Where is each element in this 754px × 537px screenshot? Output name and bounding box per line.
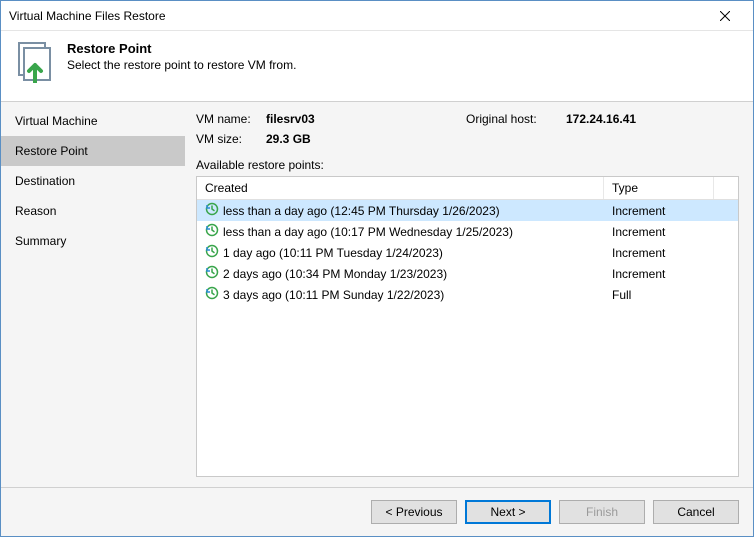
restore-point-type: Increment: [604, 266, 714, 282]
cancel-button[interactable]: Cancel: [653, 500, 739, 524]
column-header-created[interactable]: Created: [197, 177, 604, 199]
restore-point-row[interactable]: less than a day ago (10:17 PM Wednesday …: [197, 221, 738, 242]
restore-point-created: less than a day ago (12:45 PM Thursday 1…: [223, 204, 500, 218]
restore-point-row[interactable]: 2 days ago (10:34 PM Monday 1/23/2023) In…: [197, 263, 738, 284]
restore-point-row[interactable]: 1 day ago (10:11 PM Tuesday 1/24/2023) In…: [197, 242, 738, 263]
restore-point-icon: [205, 202, 219, 219]
available-restore-points-label: Available restore points:: [196, 158, 739, 172]
window-title: Virtual Machine Files Restore: [9, 9, 705, 23]
close-button[interactable]: [705, 2, 745, 30]
restore-point-created: 2 days ago (10:34 PM Monday 1/23/2023): [223, 267, 447, 281]
wizard-window: Virtual Machine Files Restore Restore Po…: [0, 0, 754, 537]
original-host-value: 172.24.16.41: [566, 112, 739, 126]
restore-point-type: Increment: [604, 203, 714, 219]
sidebar-step-destination[interactable]: Destination: [1, 166, 185, 196]
finish-button: Finish: [559, 500, 645, 524]
page-title: Restore Point: [67, 41, 296, 56]
original-host-label: Original host:: [466, 112, 566, 126]
wizard-steps-sidebar: Virtual MachineRestore PointDestinationR…: [1, 102, 186, 487]
vm-size-value: 29.3 GB: [266, 132, 466, 146]
sidebar-step-restore-point[interactable]: Restore Point: [1, 136, 185, 166]
titlebar: Virtual Machine Files Restore: [1, 1, 753, 31]
restore-point-row[interactable]: 3 days ago (10:11 PM Sunday 1/22/2023) Fu…: [197, 284, 738, 305]
close-icon: [720, 11, 730, 21]
vm-name-label: VM name:: [196, 112, 266, 126]
restore-point-icon: [205, 223, 219, 240]
next-button[interactable]: Next >: [465, 500, 551, 524]
sidebar-step-summary[interactable]: Summary: [1, 226, 185, 256]
restore-point-icon: [205, 286, 219, 303]
page-subtitle: Select the restore point to restore VM f…: [67, 58, 296, 72]
restore-point-icon: [205, 265, 219, 282]
previous-button[interactable]: < Previous: [371, 500, 457, 524]
table-header: Created Type: [197, 177, 738, 200]
restore-point-type: Full: [604, 287, 714, 303]
wizard-footer: < Previous Next > Finish Cancel: [1, 487, 753, 536]
restore-point-created: 3 days ago (10:11 PM Sunday 1/22/2023): [223, 288, 444, 302]
wizard-body: Virtual MachineRestore PointDestinationR…: [1, 101, 753, 487]
sidebar-step-virtual-machine[interactable]: Virtual Machine: [1, 106, 185, 136]
restore-point-created: less than a day ago (10:17 PM Wednesday …: [223, 225, 513, 239]
vm-meta: VM name: filesrv03 Original host: 172.24…: [196, 112, 739, 146]
wizard-header: Restore Point Select the restore point t…: [1, 31, 753, 101]
restore-point-row[interactable]: less than a day ago (12:45 PM Thursday 1…: [197, 200, 738, 221]
vm-name-value: filesrv03: [266, 112, 466, 126]
sidebar-step-reason[interactable]: Reason: [1, 196, 185, 226]
restore-points-table: Created Type less than a day ago (12:45 …: [196, 176, 739, 477]
restore-point-created: 1 day ago (10:11 PM Tuesday 1/24/2023): [223, 246, 443, 260]
vm-size-label: VM size:: [196, 132, 266, 146]
restore-point-icon: [15, 41, 57, 83]
restore-point-icon: [205, 244, 219, 261]
column-header-type[interactable]: Type: [604, 177, 714, 199]
table-body: less than a day ago (12:45 PM Thursday 1…: [197, 200, 738, 476]
restore-point-type: Increment: [604, 224, 714, 240]
main-panel: VM name: filesrv03 Original host: 172.24…: [186, 102, 753, 487]
restore-point-type: Increment: [604, 245, 714, 261]
